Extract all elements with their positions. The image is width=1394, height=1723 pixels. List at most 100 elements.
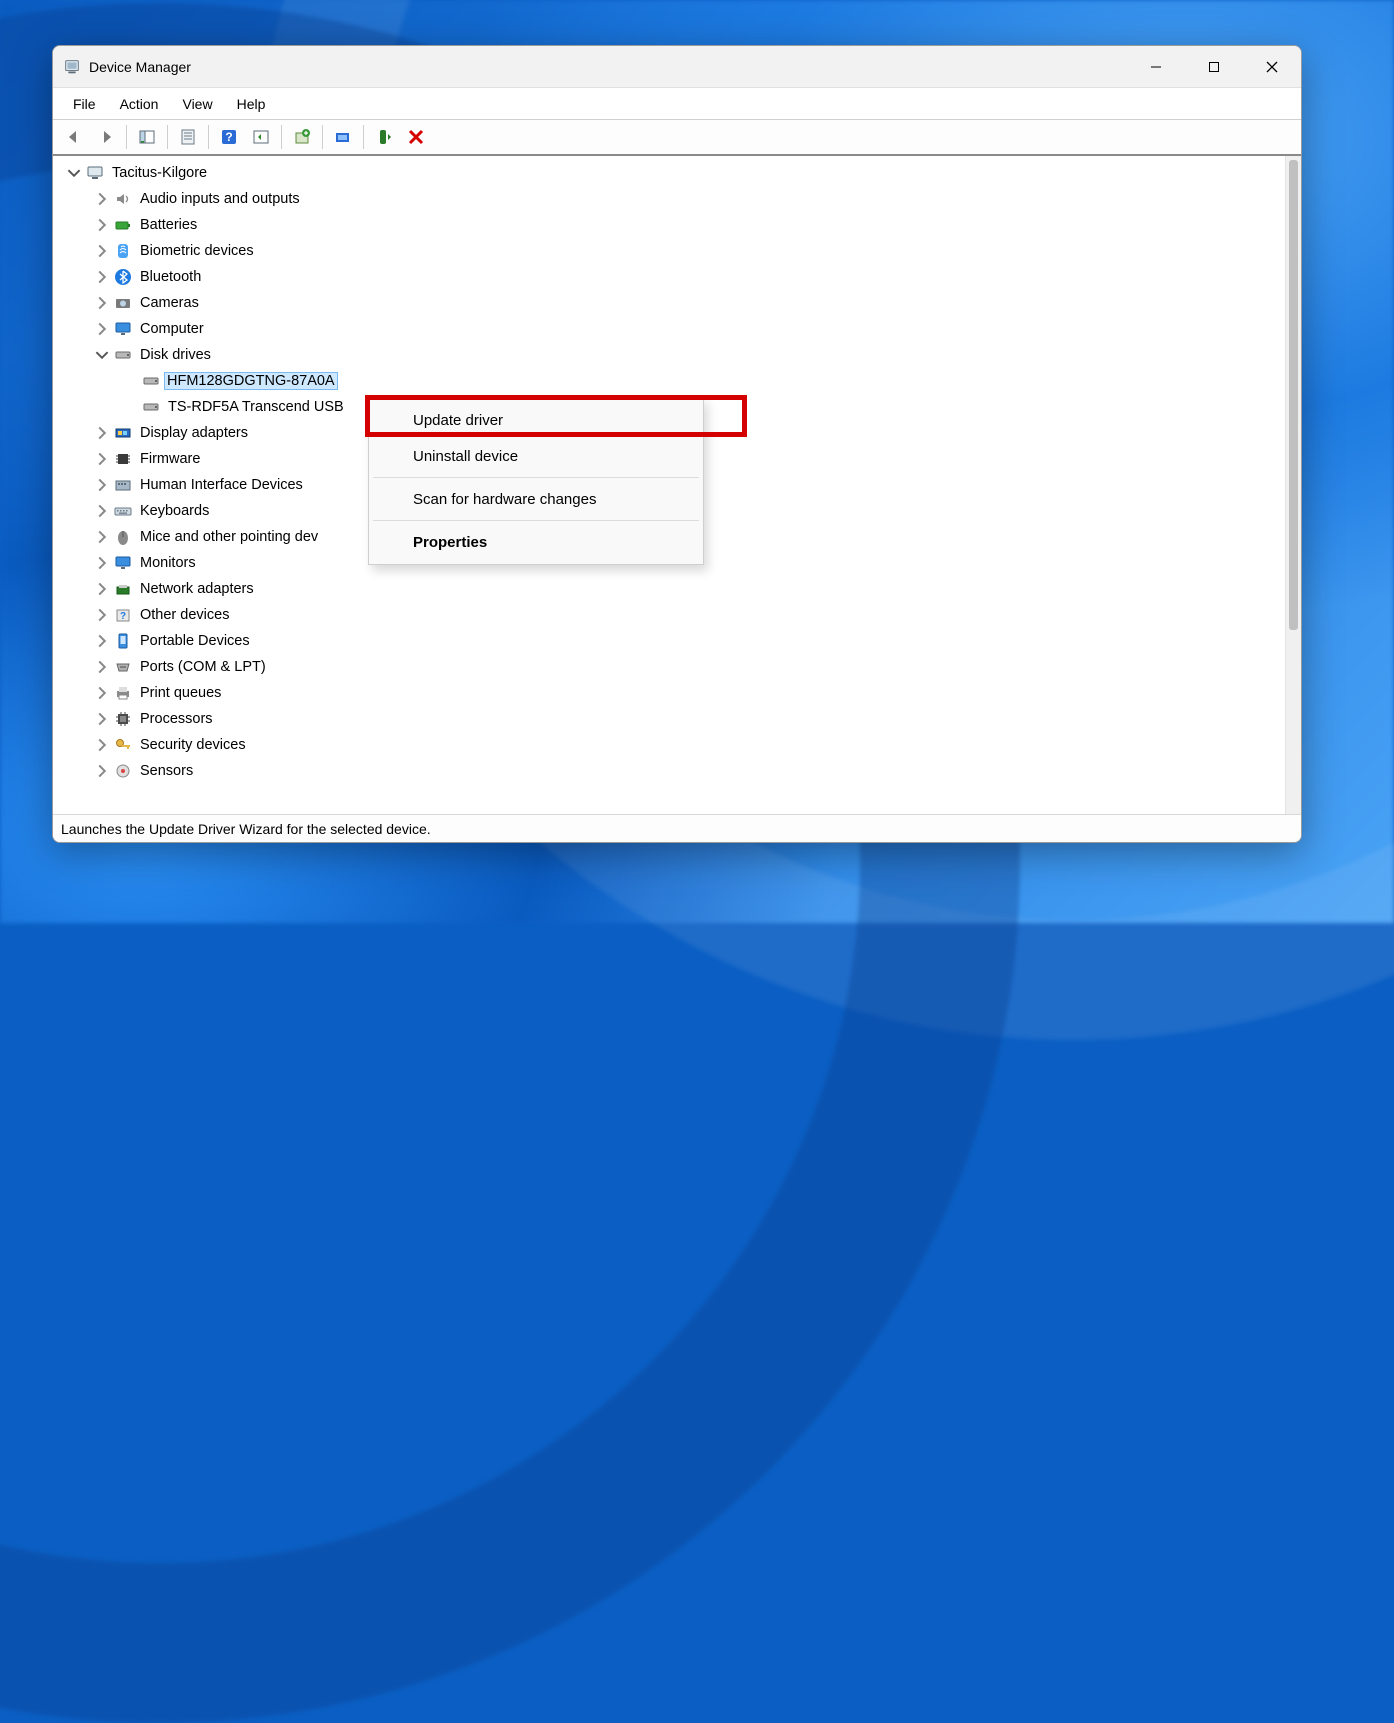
tree-item-disk-a[interactable]: HFM128GDGTNG-87A0A (61, 368, 1285, 394)
tree-label: Batteries (139, 217, 198, 233)
ctx-label: Properties (413, 534, 487, 551)
close-button[interactable] (1243, 46, 1301, 88)
tree-category-sensors[interactable]: Sensors (61, 758, 1285, 784)
show-hide-tree-button[interactable] (132, 123, 162, 151)
tree-category-network[interactable]: Network adapters (61, 576, 1285, 602)
maximize-button[interactable] (1185, 46, 1243, 88)
ctx-separator (373, 477, 699, 478)
tree-label: HFM128GDGTNG-87A0A (164, 372, 338, 390)
chevron-right-icon[interactable] (95, 478, 109, 492)
status-text: Launches the Update Driver Wizard for th… (61, 821, 431, 837)
disk-drive-icon (141, 397, 161, 417)
speaker-icon (113, 189, 133, 209)
tree-category-biometric[interactable]: Biometric devices (61, 238, 1285, 264)
menu-view[interactable]: View (172, 94, 222, 114)
tree-label: Processors (139, 711, 214, 727)
chevron-right-icon[interactable] (95, 270, 109, 284)
tree-category-audio[interactable]: Audio inputs and outputs (61, 186, 1285, 212)
tree-category-other[interactable]: ? Other devices (61, 602, 1285, 628)
chevron-down-icon[interactable] (67, 166, 81, 180)
tree-label: Display adapters (139, 425, 249, 441)
tree-category-security[interactable]: Security devices (61, 732, 1285, 758)
tree-label: Security devices (139, 737, 247, 753)
tree-label: Tacitus-Kilgore (111, 165, 208, 181)
tree-label: Audio inputs and outputs (139, 191, 301, 207)
toolbar-separator (126, 125, 127, 149)
minimize-button[interactable] (1127, 46, 1185, 88)
statusbar: Launches the Update Driver Wizard for th… (53, 814, 1301, 842)
ctx-scan-hardware[interactable]: Scan for hardware changes (369, 481, 703, 517)
update-driver-button[interactable] (287, 123, 317, 151)
scan-hardware-button[interactable] (246, 123, 276, 151)
tree-label: Cameras (139, 295, 200, 311)
chevron-right-icon[interactable] (95, 738, 109, 752)
tree-category-ports[interactable]: Ports (COM & LPT) (61, 654, 1285, 680)
titlebar[interactable]: Device Manager (53, 46, 1301, 88)
chevron-right-icon[interactable] (95, 296, 109, 310)
tree-label: Sensors (139, 763, 194, 779)
uninstall-device-button[interactable] (328, 123, 358, 151)
tree-root[interactable]: Tacitus-Kilgore (61, 160, 1285, 186)
tree-category-print-queues[interactable]: Print queues (61, 680, 1285, 706)
tree-category-bluetooth[interactable]: Bluetooth (61, 264, 1285, 290)
toolbar-separator (281, 125, 282, 149)
chevron-right-icon[interactable] (95, 452, 109, 466)
ctx-uninstall-device[interactable]: Uninstall device (369, 438, 703, 474)
tree-category-computer[interactable]: Computer (61, 316, 1285, 342)
network-icon (113, 579, 133, 599)
portable-device-icon (113, 631, 133, 651)
menu-help[interactable]: Help (227, 94, 276, 114)
chevron-right-icon[interactable] (95, 426, 109, 440)
ctx-label: Update driver (413, 412, 503, 429)
tree-label: Keyboards (139, 503, 210, 519)
monitor-icon (113, 319, 133, 339)
tree-category-batteries[interactable]: Batteries (61, 212, 1285, 238)
tree-category-portable[interactable]: Portable Devices (61, 628, 1285, 654)
toolbar-separator (322, 125, 323, 149)
toolbar-separator (167, 125, 168, 149)
chevron-right-icon[interactable] (95, 660, 109, 674)
toolbar: ? (53, 120, 1301, 156)
help-button[interactable]: ? (214, 123, 244, 151)
back-button[interactable] (59, 123, 89, 151)
toolbar-separator (208, 125, 209, 149)
chevron-right-icon[interactable] (95, 530, 109, 544)
printer-icon (113, 683, 133, 703)
chevron-right-icon[interactable] (95, 686, 109, 700)
properties-button[interactable] (173, 123, 203, 151)
chevron-right-icon[interactable] (95, 504, 109, 518)
device-manager-icon (63, 58, 81, 76)
chevron-right-icon[interactable] (95, 712, 109, 726)
ctx-update-driver[interactable]: Update driver (369, 402, 703, 438)
enable-device-button[interactable] (369, 123, 399, 151)
tree-category-cameras[interactable]: Cameras (61, 290, 1285, 316)
chevron-right-icon[interactable] (95, 244, 109, 258)
menu-file[interactable]: File (63, 94, 106, 114)
chevron-right-icon[interactable] (95, 556, 109, 570)
svg-text:?: ? (120, 611, 126, 622)
disable-device-button[interactable] (401, 123, 431, 151)
window-title: Device Manager (89, 59, 191, 75)
tree-category-disk-drives[interactable]: Disk drives (61, 342, 1285, 368)
tree-label: Ports (COM & LPT) (139, 659, 267, 675)
chevron-right-icon[interactable] (95, 582, 109, 596)
battery-icon (113, 215, 133, 235)
tree-label: Print queues (139, 685, 222, 701)
chevron-right-icon[interactable] (95, 634, 109, 648)
chevron-right-icon[interactable] (95, 218, 109, 232)
tree-category-processors[interactable]: Processors (61, 706, 1285, 732)
chevron-down-icon[interactable] (95, 348, 109, 362)
forward-button[interactable] (91, 123, 121, 151)
chevron-right-icon[interactable] (95, 322, 109, 336)
key-icon (113, 735, 133, 755)
port-icon (113, 657, 133, 677)
computer-icon (85, 163, 105, 183)
menu-action[interactable]: Action (110, 94, 169, 114)
chevron-right-icon[interactable] (95, 192, 109, 206)
ctx-properties[interactable]: Properties (369, 524, 703, 560)
vertical-scrollbar[interactable] (1285, 156, 1301, 814)
ctx-separator (373, 520, 699, 521)
chevron-right-icon[interactable] (95, 764, 109, 778)
chevron-right-icon[interactable] (95, 608, 109, 622)
tree-label: Biometric devices (139, 243, 255, 259)
